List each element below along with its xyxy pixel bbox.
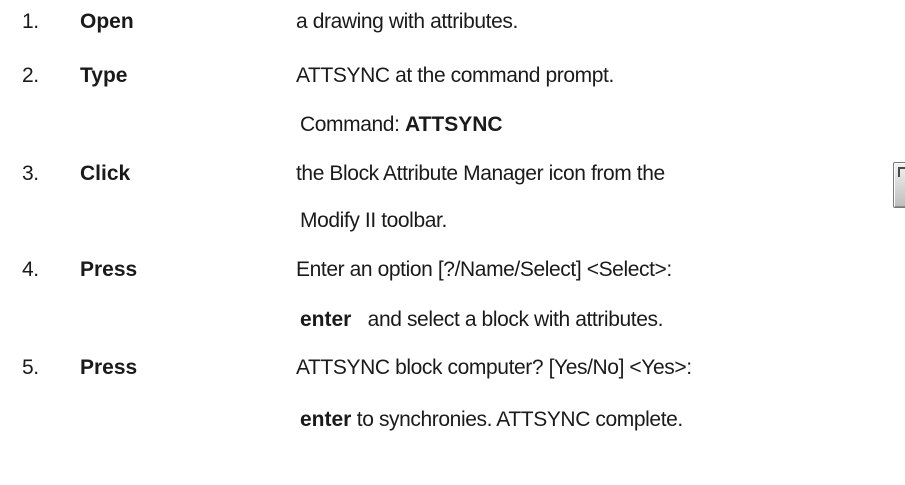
step-2-text: ATTSYNC at the command prompt. xyxy=(296,64,614,87)
step-4-continuation: enter and select a block with attributes… xyxy=(300,306,663,334)
step-4-cont-text: and select a block with attributes. xyxy=(367,308,664,331)
step-2-command-line: Command: ATTSYNC xyxy=(300,111,503,139)
step-1-number: 1. xyxy=(22,10,39,33)
step-4-text: Enter an option [?/Name/Select] <Select>… xyxy=(296,258,672,281)
step-4-key: enter xyxy=(300,308,352,331)
step-3-text: the Block Attribute Manager icon from th… xyxy=(296,162,665,185)
step-3-verb: Click xyxy=(80,162,131,185)
step-4-verb: Press xyxy=(80,258,138,281)
step-5-key: enter xyxy=(300,408,352,431)
step-3-continuation: Modify II toolbar. xyxy=(300,209,447,232)
step-5-text: ATTSYNC block computer? [Yes/No] <Yes>: xyxy=(296,356,692,379)
step-5-continuation: enter to synchronies. ATTSYNC complete. xyxy=(300,406,683,434)
block-attribute-manager-icon[interactable] xyxy=(893,162,905,208)
command-name: ATTSYNC xyxy=(404,113,503,136)
step-5-number: 5. xyxy=(22,356,39,379)
step-2-verb: Type xyxy=(80,64,128,87)
step-1-text: a drawing with attributes. xyxy=(296,10,518,33)
step-5-verb: Press xyxy=(80,356,138,379)
command-prefix: Command: xyxy=(300,113,405,136)
step-4-number: 4. xyxy=(22,258,39,281)
step-5-cont-text: to synchronies. ATTSYNC complete. xyxy=(356,408,683,431)
icon-glyph xyxy=(898,167,905,177)
step-3-number: 3. xyxy=(22,162,39,185)
step-1-verb: Open xyxy=(80,10,134,33)
step-2-number: 2. xyxy=(22,64,39,87)
